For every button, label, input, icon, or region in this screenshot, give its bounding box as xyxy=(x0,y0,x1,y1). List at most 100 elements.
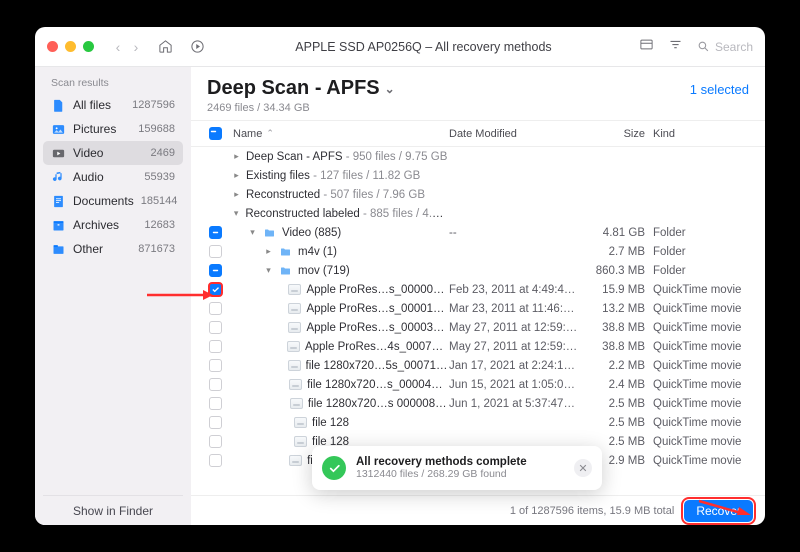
item-name: mov (719) xyxy=(298,265,350,277)
close-icon[interactable] xyxy=(47,41,58,52)
file-size: 2.5 MB xyxy=(587,417,653,429)
folder-row[interactable]: ▸m4v (1)2.7 MBFolder xyxy=(191,242,765,261)
forward-icon[interactable]: › xyxy=(128,36,144,58)
scan-icon[interactable] xyxy=(186,36,208,58)
group-row[interactable]: ▾Reconstructed labeled - 885 files / 4.8… xyxy=(191,204,765,223)
toolbar-right: Search xyxy=(639,37,753,57)
search-input[interactable]: Search xyxy=(697,40,753,54)
file-row[interactable]: Apple ProRes…s_000000.movFeb 23, 2011 at… xyxy=(191,280,765,299)
file-size: 38.8 MB xyxy=(587,322,653,334)
sidebar-item-label: Other xyxy=(73,242,103,256)
movie-icon xyxy=(290,398,303,409)
file-size: 2.7 MB xyxy=(587,246,653,258)
item-name: m4v (1) xyxy=(298,246,337,258)
file-kind: QuickTime movie xyxy=(653,360,753,372)
file-kind: Folder xyxy=(653,227,753,239)
disclosure-down-icon[interactable]: ▾ xyxy=(248,227,257,238)
sidebar-item-documents[interactable]: Documents 185144 xyxy=(43,189,183,213)
row-checkbox[interactable] xyxy=(203,397,227,410)
row-checkbox[interactable] xyxy=(203,454,227,467)
row-checkbox[interactable] xyxy=(203,264,227,277)
row-checkbox[interactable] xyxy=(203,340,227,353)
disclosure-down-icon[interactable]: ▾ xyxy=(232,208,240,219)
file-row[interactable]: file 1280x720…5s_000716.movJan 17, 2021 … xyxy=(191,356,765,375)
row-checkbox[interactable] xyxy=(203,302,227,315)
page-title[interactable]: Deep Scan - APFS⌄ xyxy=(207,77,395,100)
file-row[interactable]: Apple ProRes…s_000036.movMay 27, 2011 at… xyxy=(191,318,765,337)
file-kind: QuickTime movie xyxy=(653,341,753,353)
disclosure-down-icon[interactable]: ▾ xyxy=(264,265,273,276)
item-name: file 1280x720…s 000008.mov xyxy=(308,398,449,410)
col-kind[interactable]: Kind xyxy=(653,128,753,140)
disclosure-right-icon[interactable]: ▸ xyxy=(232,151,241,162)
disclosure-right-icon[interactable]: ▸ xyxy=(232,170,241,181)
file-row[interactable]: Apple ProRes…s_000012.movMar 23, 2011 at… xyxy=(191,299,765,318)
col-name[interactable]: Name⌃ xyxy=(227,128,449,140)
col-date[interactable]: Date Modified xyxy=(449,128,587,140)
group-row[interactable]: ▸Reconstructed - 507 files / 7.96 GB xyxy=(191,185,765,204)
window-title: APPLE SSD AP0256Q – All recovery methods xyxy=(218,40,629,54)
row-checkbox[interactable] xyxy=(203,283,227,296)
chevron-down-icon: ⌄ xyxy=(385,82,395,96)
sidebar-item-pictures[interactable]: Pictures159688 xyxy=(43,117,183,141)
group-row[interactable]: ▸Deep Scan - APFS - 950 files / 9.75 GB xyxy=(191,147,765,166)
sidebar-item-video[interactable]: Video2469 xyxy=(43,141,183,165)
traffic-lights xyxy=(47,41,94,52)
back-icon[interactable]: ‹ xyxy=(110,36,126,58)
file-list[interactable]: ▸Deep Scan - APFS - 950 files / 9.75 GB▸… xyxy=(191,147,765,495)
filter-icon[interactable] xyxy=(668,37,683,57)
sidebar-item-audio[interactable]: Audio55939 xyxy=(43,165,183,189)
date-modified: -- xyxy=(449,227,587,239)
sidebar-item-archives[interactable]: Archives12683 xyxy=(43,213,183,237)
view-mode-icon[interactable] xyxy=(639,37,654,57)
group-row[interactable]: ▸Existing files - 127 files / 11.82 GB xyxy=(191,166,765,185)
disclosure-right-icon[interactable]: ▸ xyxy=(264,246,273,257)
home-icon[interactable] xyxy=(154,36,176,58)
movie-icon xyxy=(294,436,307,447)
file-row[interactable]: file 1280x720…s 000008.movJun 1, 2021 at… xyxy=(191,394,765,413)
search-placeholder: Search xyxy=(715,40,753,54)
movie-icon xyxy=(289,455,302,466)
show-in-finder-button[interactable]: Show in Finder xyxy=(43,495,183,525)
item-name: file 1280x720…s_000041.mov xyxy=(307,379,449,391)
row-checkbox[interactable] xyxy=(203,378,227,391)
movie-icon xyxy=(288,322,301,333)
titlebar: ‹ › APPLE SSD AP0256Q – All recovery met… xyxy=(35,27,765,67)
row-checkbox[interactable] xyxy=(203,226,227,239)
select-all-checkbox[interactable] xyxy=(203,127,227,140)
selected-count[interactable]: 1 selected xyxy=(690,82,749,97)
item-name: Video (885) xyxy=(282,227,341,239)
col-size[interactable]: Size xyxy=(587,128,653,140)
file-row[interactable]: Apple ProRes…4s_000717.movMay 27, 2011 a… xyxy=(191,337,765,356)
file-row[interactable]: file 1280x720…s_000041.movJun 15, 2021 a… xyxy=(191,375,765,394)
file-size: 860.3 MB xyxy=(587,265,653,277)
row-checkbox[interactable] xyxy=(203,321,227,334)
sidebar-item-label: Documents xyxy=(73,194,134,208)
sidebar-item-count: 1287596 xyxy=(132,99,175,111)
row-checkbox[interactable] xyxy=(203,435,227,448)
minimize-icon[interactable] xyxy=(65,41,76,52)
item-name: Apple ProRes…s_000000.mov xyxy=(306,284,449,296)
sidebar-item-all-files[interactable]: All files1287596 xyxy=(43,93,183,117)
sidebar-item-count: 185144 xyxy=(141,195,178,207)
row-checkbox[interactable] xyxy=(203,416,227,429)
row-checkbox[interactable] xyxy=(203,245,227,258)
folder-row[interactable]: ▾Video (885)--4.81 GBFolder xyxy=(191,223,765,242)
row-checkbox[interactable] xyxy=(203,359,227,372)
sidebar-item-other[interactable]: Other 871673 xyxy=(43,237,183,261)
file-size: 2.4 MB xyxy=(587,379,653,391)
folder-row[interactable]: ▾mov (719)860.3 MBFolder xyxy=(191,261,765,280)
disclosure-right-icon[interactable]: ▸ xyxy=(232,189,241,200)
footer: 1 of 1287596 items, 15.9 MB total Recove… xyxy=(191,495,765,525)
file-row[interactable]: file 1282.5 MBQuickTime movie xyxy=(191,413,765,432)
zoom-icon[interactable] xyxy=(83,41,94,52)
item-name: Apple ProRes…4s_000717.mov xyxy=(305,341,449,353)
main-header: Deep Scan - APFS⌄ 1 selected 2469 files … xyxy=(191,67,765,121)
recover-button[interactable]: Recover xyxy=(684,500,753,522)
movie-icon xyxy=(289,379,302,390)
file-kind: QuickTime movie xyxy=(653,379,753,391)
close-icon[interactable]: ✕ xyxy=(574,459,592,477)
sidebar-item-count: 871673 xyxy=(138,243,175,255)
item-name: file 128 xyxy=(312,417,349,429)
toast-notification: All recovery methods complete 1312440 fi… xyxy=(312,446,602,490)
